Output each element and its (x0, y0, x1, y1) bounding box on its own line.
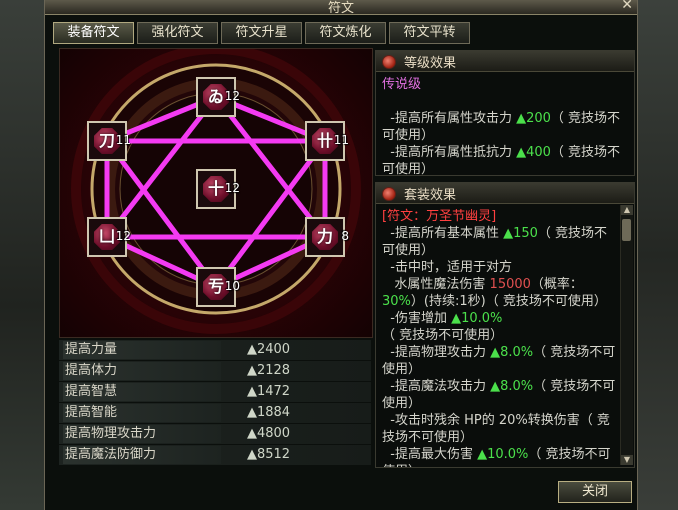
stat-name: 提高体力 (63, 362, 221, 380)
effect-text: -伤害增加 (382, 311, 452, 326)
tab-rune-star-up[interactable]: 符文升星 (221, 22, 302, 44)
set-effect-scrollbar[interactable]: ▲ ▼ (620, 205, 633, 465)
effect-value: ▲400 (516, 145, 551, 160)
stat-value: ▲1472 (247, 384, 291, 399)
stat-value: ▲2128 (247, 363, 291, 378)
tab-bar: 装备符文 强化符文 符文升星 符文炼化 符文平转 (53, 22, 470, 44)
rune-level: 12 (224, 181, 240, 195)
rune-slot-upper-right[interactable]: 卄 11 (305, 121, 349, 161)
rune-circle-panel: ゐ 12 刀 11 卄 11 十 12 凵 12 力 8 亐 10 (59, 48, 373, 338)
tab-equip-rune[interactable]: 装备符文 (53, 22, 134, 44)
scroll-down-icon[interactable]: ▼ (621, 455, 633, 465)
close-icon[interactable]: ✕ (621, 0, 633, 13)
tab-rune-transfer[interactable]: 符文平转 (389, 22, 470, 44)
effect-value: 15000 (489, 277, 531, 292)
stat-row: 提高智慧 ▲1472 (59, 382, 371, 403)
rune-level: 12 (115, 229, 131, 243)
red-orb-icon (382, 187, 396, 201)
effect-note: （ 竞技场不可使用） (382, 328, 504, 343)
effect-value: ▲150 (503, 226, 538, 241)
background-left (0, 0, 44, 510)
effect-line: -击中时，适用于对方 (382, 259, 618, 276)
rune-slot-lower-right[interactable]: 力 8 (305, 217, 349, 257)
effect-value: ▲8.0% (490, 345, 534, 360)
stat-name: 提高魔法防御力 (63, 446, 221, 464)
rune-glyph: 力 (316, 227, 333, 246)
effect-note: （概率： (530, 277, 583, 292)
effect-line: 水属性魔法伤害 15000（概率： 30%）(持续:1秒)（ 竞技场不可使用） (382, 276, 618, 310)
close-button[interactable]: 关闭 (558, 481, 632, 503)
red-orb-icon (382, 55, 396, 69)
stat-row: 提高物理攻击力 ▲4800 (59, 424, 371, 445)
effect-line: -提高魔法攻击力 ▲8.0%（ 竞技场不可使用） (382, 378, 618, 412)
tab-enhance-rune[interactable]: 强化符文 (137, 22, 218, 44)
grade-label: 传说级 (382, 77, 422, 92)
rune-slot-upper-left[interactable]: 刀 11 (87, 121, 131, 161)
rune-slot-center[interactable]: 十 12 (196, 169, 240, 209)
rune-slot-lower-left[interactable]: 凵 12 (87, 217, 131, 257)
stat-name: 提高物理攻击力 (63, 425, 221, 443)
effect-probability: 30% (382, 294, 411, 309)
effect-line: -提高所有属性抵抗力 ▲400（ 竞技场不可使用） (382, 144, 628, 175)
effect-note: ）(持续:1秒)（ 竞技场不可使用） (410, 294, 607, 309)
stat-name: 提高智能 (63, 404, 221, 422)
level-effect-title: 等级效果 (404, 56, 457, 71)
effect-text: -攻击时残余 HP的 20%转换伤害（ 竞技场不可使用） (382, 413, 610, 445)
stat-row: 提高体力 ▲2128 (59, 361, 371, 382)
stat-name: 提高力量 (63, 341, 221, 359)
rune-level: 8 (341, 229, 349, 243)
stat-value: ▲4800 (247, 426, 291, 441)
rune-level: 12 (224, 89, 240, 103)
effect-line: -伤害增加 ▲10.0% （ 竞技场不可使用） (382, 310, 618, 344)
effect-line: -提高所有基本属性 ▲150（ 竞技场不可使用） (382, 225, 618, 259)
effect-line: -攻击时残余 HP的 20%转换伤害（ 竞技场不可使用） (382, 412, 618, 446)
effect-value: ▲10.0% (451, 311, 503, 326)
stat-value: ▲2400 (247, 342, 291, 357)
effect-text: -提高所有属性攻击力 (382, 111, 517, 126)
stat-value: ▲1884 (247, 405, 291, 420)
effect-value: ▲10.0% (477, 447, 529, 462)
set-effect-title: 套装效果 (404, 188, 457, 203)
rune-level: 11 (115, 133, 131, 147)
level-effect-panel: 等级效果 传说级 -提高所有属性攻击力 ▲200（ 竞技场不可使用） -提高所有… (375, 50, 635, 176)
stat-row: 提高魔法防御力 ▲8512 (59, 445, 371, 466)
level-effect-header: 等级效果 (376, 51, 634, 72)
stat-value: ▲8512 (247, 447, 291, 462)
effect-text: 水属性魔法伤害 (382, 277, 490, 292)
rune-level: 11 (333, 133, 349, 147)
set-effect-header: 套装效果 (376, 183, 634, 204)
rune-slot-top[interactable]: ゐ 12 (196, 77, 240, 117)
stat-list: 提高力量 ▲2400 提高体力 ▲2128 提高智慧 ▲1472 提高智能 ▲1… (59, 340, 371, 466)
scroll-thumb[interactable] (622, 219, 631, 241)
set-name: [符文：万圣节幽灵] (382, 209, 497, 224)
stat-row: 提高智能 ▲1884 (59, 403, 371, 424)
tab-rune-refine[interactable]: 符文炼化 (305, 22, 386, 44)
effect-text: -提高魔法攻击力 (382, 379, 491, 394)
effect-value: ▲200 (516, 111, 551, 126)
effect-text: -提高最大伤害 (382, 447, 478, 462)
effect-text: -提高物理攻击力 (382, 345, 491, 360)
rune-window: 符文 ✕ 装备符文 强化符文 符文升星 符文炼化 符文平转 ゐ 12 刀 11 … (44, 0, 638, 510)
window-title: 符文 (327, 1, 354, 16)
stat-name: 提高智慧 (63, 383, 221, 401)
effect-line: -提高最大伤害 ▲10.0%（ 竞技场不可使用） (382, 446, 618, 467)
rune-slot-bottom[interactable]: 亐 10 (196, 267, 240, 307)
effect-line: -提高所有属性攻击力 ▲200（ 竞技场不可使用） (382, 110, 628, 144)
effect-text: -提高所有基本属性 (382, 226, 504, 241)
rune-level: 10 (224, 279, 240, 293)
effect-text: -提高所有属性抵抗力 (382, 145, 517, 160)
scroll-up-icon[interactable]: ▲ (621, 205, 633, 215)
effect-line: -提高物理攻击力 ▲8.0%（ 竞技场不可使用） (382, 344, 618, 378)
stat-row: 提高力量 ▲2400 (59, 340, 371, 361)
background-right (638, 0, 678, 510)
set-effect-panel: 套装效果 [符文：万圣节幽灵] -提高所有基本属性 ▲150（ 竞技场不可使用）… (375, 182, 635, 468)
effect-value: ▲8.0% (490, 379, 534, 394)
effect-text: -击中时，适用于对方 (382, 260, 512, 275)
title-bar: 符文 ✕ (45, 0, 637, 16)
